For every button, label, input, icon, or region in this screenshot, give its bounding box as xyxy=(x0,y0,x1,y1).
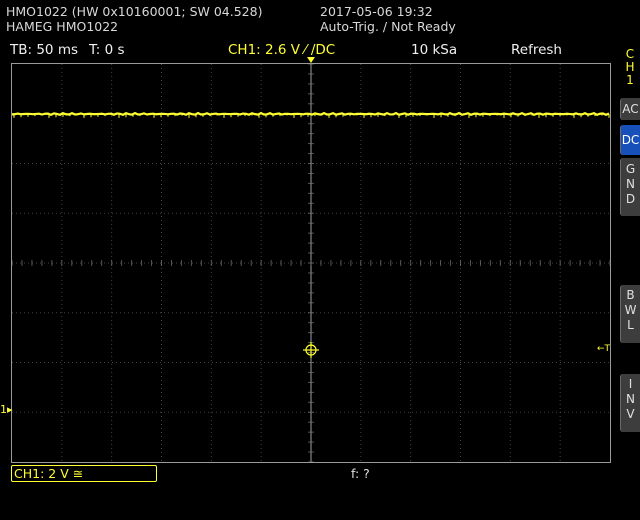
ch1-waveform-trace xyxy=(12,111,610,117)
invert-label: I N V xyxy=(626,377,635,421)
trigger-level-marker[interactable]: ←T xyxy=(597,344,610,354)
trigger-state: Auto-Trig. / Not Ready xyxy=(320,19,456,34)
frequency-readout: f: ? xyxy=(351,466,370,481)
acquisition-status-bar: TB: 50 ms T: 0 s CH1: 2.6 V ⁄ /DC 10 kSa… xyxy=(0,40,612,60)
bandwidth-limit-button[interactable]: B W L xyxy=(620,285,640,343)
ch1-ground-label: 1 xyxy=(0,403,7,416)
device-name-line: HAMEG HMO1022 xyxy=(6,19,119,34)
channel-indicator: C H 1 xyxy=(620,48,640,87)
device-info-header: HMO1022 (HW 0x10160001; SW 04.528) HAMEG… xyxy=(0,0,640,38)
device-info-right: 2017-05-06 19:32 Auto-Trig. / Not Ready xyxy=(320,4,456,34)
crosshair-circle-icon xyxy=(303,342,319,358)
coupling-dc-label: DC xyxy=(621,133,640,147)
trigger-time-readout[interactable]: T: 0 s xyxy=(89,40,125,60)
channel-label: C H 1 xyxy=(625,47,635,87)
graticule xyxy=(12,64,610,462)
coupling-gnd-label: G N D xyxy=(625,162,636,206)
waveform-display[interactable] xyxy=(11,63,611,463)
coupling-ac-button[interactable]: AC xyxy=(620,98,640,120)
acquisition-mode-readout[interactable]: Refresh xyxy=(511,40,562,60)
coupling-ac-label: AC xyxy=(622,102,639,116)
device-info-left: HMO1022 (HW 0x10160001; SW 04.528) HAMEG… xyxy=(6,4,262,34)
timebase-readout[interactable]: TB: 50 ms xyxy=(10,40,78,60)
ch1-ground-marker[interactable]: 1▸ xyxy=(0,404,13,416)
capture-datetime: 2017-05-06 19:32 xyxy=(320,4,433,19)
coupling-dc-button[interactable]: DC xyxy=(620,125,640,155)
invert-button[interactable]: I N V xyxy=(620,374,640,432)
sample-rate-readout: 10 kSa xyxy=(411,42,458,58)
center-axis-ticks xyxy=(12,64,610,462)
arrow-right-icon: ▸ xyxy=(7,403,13,416)
footer-bar: CH1: 2 V ≅ f: ? xyxy=(0,464,640,520)
ch1-scale-box[interactable]: CH1: 2 V ≅ xyxy=(11,465,157,482)
device-model-line: HMO1022 (HW 0x10160001; SW 04.528) xyxy=(6,4,263,19)
coupling-gnd-button[interactable]: G N D xyxy=(620,158,640,216)
channel-trigger-readout[interactable]: CH1: 2.6 V ⁄ /DC xyxy=(228,40,335,60)
bandwidth-limit-label: B W L xyxy=(624,288,637,332)
